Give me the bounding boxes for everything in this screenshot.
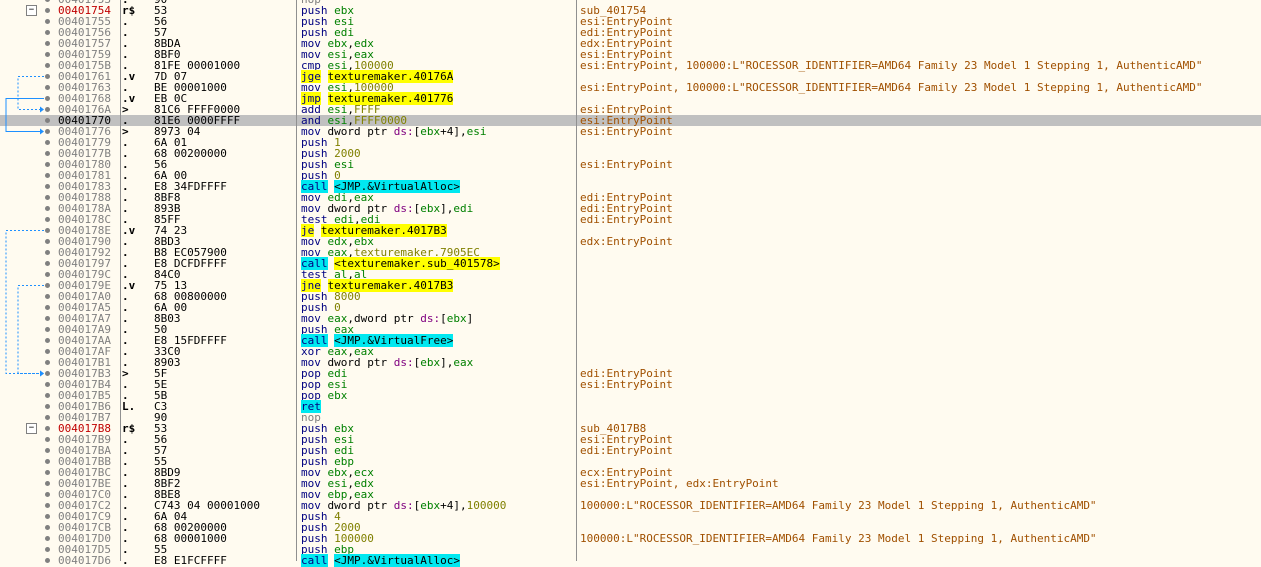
column-separator: [296, 0, 297, 561]
instruction-row[interactable]: 0040179C. 84C0 test al,al: [0, 269, 1261, 280]
comment: esi:EntryPoint, edx:EntryPoint: [580, 477, 779, 490]
instruction-row[interactable]: 00401780. 56 push esi esi:EntryPoint: [0, 159, 1261, 170]
instruction-row[interactable]: 004017D0. 68 00001000 push 100000 100000:L…: [0, 533, 1261, 544]
instruction-row[interactable]: 004017BE. 8BF2 mov esi,edx esi:EntryPoint,…: [0, 478, 1261, 489]
instruction-row[interactable]: 004017AA. E8 15FDFFFF call <JMP.&VirtualF…: [0, 334, 1261, 347]
comment: 100000:L"ROCESSOR_IDENTIFIER=AMD64 Famil…: [580, 499, 1097, 512]
instruction-row[interactable]: 0040178C. 85FF test edi,edi edi:EntryPoint: [0, 214, 1261, 225]
instruction-row[interactable]: 004017AF. 33C0 xor eax,eax: [0, 346, 1261, 357]
comment: esi:EntryPoint, 100000:L"ROCESSOR_IDENTI…: [580, 59, 1203, 72]
comment: esi:EntryPoint: [580, 125, 673, 138]
column-separator: [120, 0, 121, 561]
comment: esi:EntryPoint, 100000:L"ROCESSOR_IDENTI…: [580, 81, 1203, 94]
jump-arrow-line: [17, 285, 44, 374]
comment: edi:EntryPoint: [580, 444, 673, 457]
comment: 100000:L"ROCESSOR_IDENTIFIER=AMD64 Famil…: [580, 532, 1097, 545]
instruction-row[interactable]: 004017C2. C743 04 00001000 mov dword ptr …: [0, 500, 1261, 511]
jump-arrow-head: [40, 370, 44, 377]
instruction-row[interactable]: 00401797. E8 DCFDFFFF call <texturemaker.…: [0, 257, 1261, 270]
instruction-row[interactable]: 004017B5. 5B pop ebx: [0, 390, 1261, 401]
instruction-row[interactable]: 004017A5. 6A 00 push 0: [0, 302, 1261, 313]
comment: esi:EntryPoint: [580, 378, 673, 391]
jump-arrow-line: [5, 230, 44, 374]
instruction-row[interactable]: 004017A0. 68 00800000 push 8000: [0, 291, 1261, 302]
instruction-row[interactable]: 004017B6 L. C3 ret: [0, 400, 1261, 413]
comment: esi:EntryPoint: [580, 158, 673, 171]
jump-arrows: [5, 76, 44, 377]
instruction-row[interactable]: 00401763. BE 00001000 mov esi,100000 esi:E…: [0, 82, 1261, 93]
comment: edx:EntryPoint: [580, 235, 673, 248]
jump-arrow-line: [5, 98, 44, 132]
jump-arrow-head: [40, 106, 44, 113]
instruction-row[interactable]: 00401776 > 8973 04 mov dword ptr ds:[ebx+4…: [0, 126, 1261, 137]
column-separator: [576, 0, 577, 561]
jump-arrow-head: [40, 128, 44, 135]
instruction-row[interactable]: 004017BA. 57 push edi edi:EntryPoint: [0, 445, 1261, 456]
jump-arrow-line: [17, 76, 44, 110]
instruction-row[interactable]: 004017A7. 8B03 mov eax,dword ptr ds:[ebx]: [0, 313, 1261, 324]
disassembly-view[interactable]: 00401753. 90nop−00401754r$53push ebxsub_…: [0, 0, 1261, 567]
instruction-row[interactable]: 004017B4. 5E pop esi esi:EntryPoint: [0, 379, 1261, 390]
comment: edi:EntryPoint: [580, 213, 673, 226]
instruction-row[interactable]: 0040175B. 81FE 00001000 cmp esi,100000 esi…: [0, 60, 1261, 71]
